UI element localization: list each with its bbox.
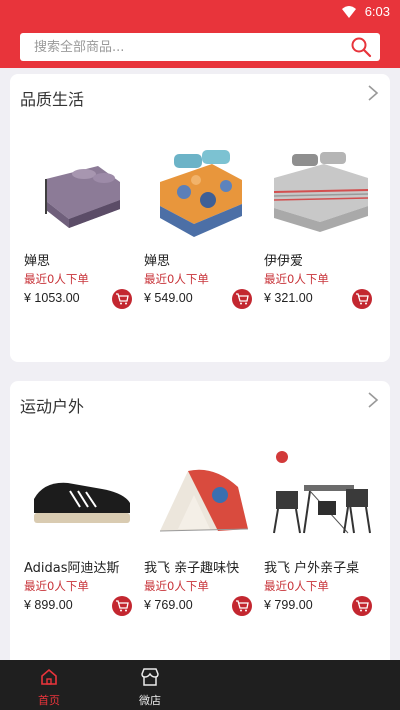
- section-title: 运动户外: [20, 397, 85, 416]
- product-card[interactable]: 伊伊爱 最近0人下单 ¥ 321.00: [264, 134, 380, 354]
- product-price: ¥ 549.00: [144, 291, 193, 305]
- product-card[interactable]: 我飞 户外亲子桌 最近0人下单 ¥ 799.00: [264, 441, 380, 661]
- product-name: 伊伊爱: [264, 254, 304, 269]
- recent-orders: 最近0人下单: [264, 272, 329, 286]
- product-name: 我飞 户外亲子桌: [264, 561, 360, 576]
- cart-icon: [116, 293, 129, 305]
- product-price: ¥ 1053.00: [24, 291, 80, 305]
- product-card[interactable]: Adidas阿迪达斯 最近0人下单 ¥ 899.00: [24, 441, 140, 661]
- tab-label: 微店: [139, 694, 161, 707]
- product-card[interactable]: 婵思 最近0人下单 ¥ 549.00: [144, 134, 260, 354]
- store-icon: [141, 668, 159, 686]
- product-name: 婵思: [24, 254, 51, 269]
- add-to-cart-button[interactable]: [112, 289, 132, 309]
- add-to-cart-button[interactable]: [352, 596, 372, 616]
- search-icon[interactable]: [350, 36, 372, 58]
- product-name: 我飞 亲子趣味快: [144, 561, 240, 576]
- cart-icon: [356, 600, 369, 612]
- tab-micro-store[interactable]: 微店: [115, 660, 185, 710]
- product-card[interactable]: 婵思 最近0人下单 ¥ 1053.00: [24, 134, 140, 354]
- product-image-bedding-floral[interactable]: [144, 134, 260, 244]
- recent-orders: 最近0人下单: [264, 579, 329, 593]
- cart-icon: [236, 293, 249, 305]
- chevron-right-icon[interactable]: [366, 391, 380, 409]
- product-price: ¥ 321.00: [264, 291, 313, 305]
- chevron-right-icon[interactable]: [366, 84, 380, 102]
- cart-icon: [116, 600, 129, 612]
- product-image-sneaker[interactable]: [24, 441, 140, 551]
- product-image-camping-table[interactable]: [264, 441, 380, 551]
- recent-orders: 最近0人下单: [144, 579, 209, 593]
- product-name: 婵思: [144, 254, 171, 269]
- section-quality-life: 品质生活 婵思 最近0人下单 ¥ 1053.00 婵思 最近0人下单 ¥ 549…: [10, 74, 390, 362]
- add-to-cart-button[interactable]: [112, 596, 132, 616]
- status-bar: 6:03: [0, 0, 400, 24]
- search-header: [0, 24, 400, 68]
- cart-icon: [236, 600, 249, 612]
- search-box[interactable]: [20, 33, 380, 61]
- product-image-tent[interactable]: [144, 441, 260, 551]
- bottom-tab-bar: 首页 微店: [0, 660, 400, 710]
- add-to-cart-button[interactable]: [232, 289, 252, 309]
- cart-icon: [356, 293, 369, 305]
- recent-orders: 最近0人下单: [24, 272, 89, 286]
- home-icon: [41, 668, 57, 685]
- tab-home[interactable]: 首页: [14, 660, 84, 710]
- wifi-icon: [342, 6, 356, 18]
- product-name: Adidas阿迪达斯: [24, 561, 120, 576]
- tab-label: 首页: [38, 694, 60, 707]
- search-input[interactable]: [34, 37, 334, 57]
- product-image-bedding-grey[interactable]: [264, 134, 380, 244]
- product-card[interactable]: 我飞 亲子趣味快 最近0人下单 ¥ 769.00: [144, 441, 260, 661]
- product-price: ¥ 799.00: [264, 598, 313, 612]
- recent-orders: 最近0人下单: [24, 579, 89, 593]
- product-price: ¥ 899.00: [24, 598, 73, 612]
- add-to-cart-button[interactable]: [232, 596, 252, 616]
- recent-orders: 最近0人下单: [144, 272, 209, 286]
- section-sports-outdoor: 运动户外 Adidas阿迪达斯 最近0人下单 ¥ 899.00 我飞 亲子趣味快…: [10, 381, 390, 671]
- product-price: ¥ 769.00: [144, 598, 193, 612]
- add-to-cart-button[interactable]: [352, 289, 372, 309]
- section-title: 品质生活: [20, 90, 85, 109]
- status-time: 6:03: [364, 4, 390, 19]
- product-image-bedding-purple[interactable]: [24, 134, 140, 244]
